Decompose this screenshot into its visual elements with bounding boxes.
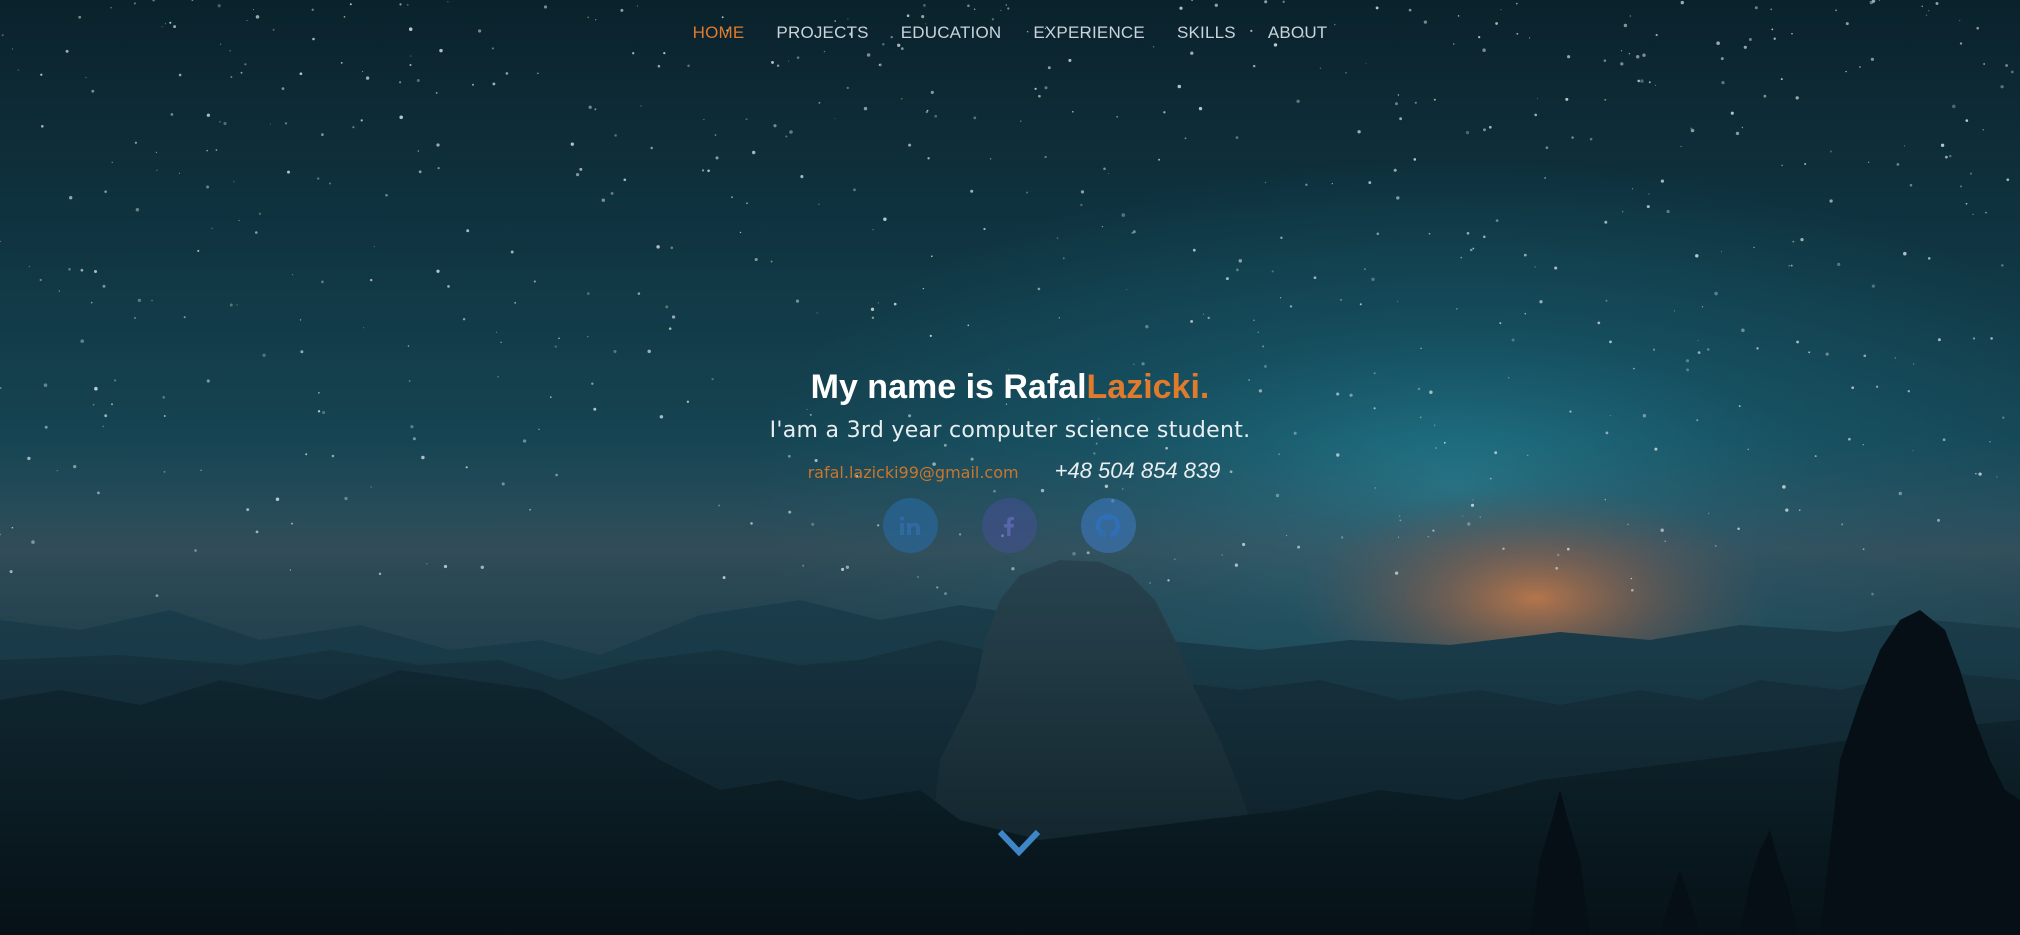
chevron-down-icon [997,829,1041,864]
headline-name: My name is Rafal [810,368,1087,406]
nav-item-education[interactable]: EDUCATION [885,22,1018,44]
main-nav: HOME PROJECTS EDUCATION EXPERIENCE SKILL… [0,22,2020,44]
email-link[interactable]: rafal.lazicki99@gmail.com [808,463,1019,482]
hero-section: My name is RafalLazicki. I'am a 3rd year… [0,364,2020,553]
page: HOME PROJECTS EDUCATION EXPERIENCE SKILL… [0,0,2020,935]
nav-item-experience[interactable]: EXPERIENCE [1017,22,1161,44]
nav-item-projects[interactable]: PROJECTS [760,22,884,44]
linkedin-button[interactable] [882,498,938,553]
github-icon [1094,512,1122,540]
social-links [0,498,2020,553]
headline-surname: Lazicki. [1086,368,1210,406]
hero-tagline: I'am a 3rd year computer science student… [769,418,1251,443]
nav-item-about[interactable]: ABOUT [1252,22,1344,44]
contact-row: rafal.lazicki99@gmail.com +48 504 854 83… [0,458,2020,484]
phone-number: +48 504 854 839 [1054,458,1221,483]
nav-item-home[interactable]: HOME [677,22,761,44]
facebook-icon [997,514,1021,538]
scroll-down-button[interactable] [997,826,1041,860]
hero-headline: My name is RafalLazicki. [0,364,2020,410]
facebook-button[interactable] [981,498,1037,553]
linkedin-icon [898,514,922,538]
github-button[interactable] [1080,498,1136,553]
nav-item-skills[interactable]: SKILLS [1161,22,1252,44]
